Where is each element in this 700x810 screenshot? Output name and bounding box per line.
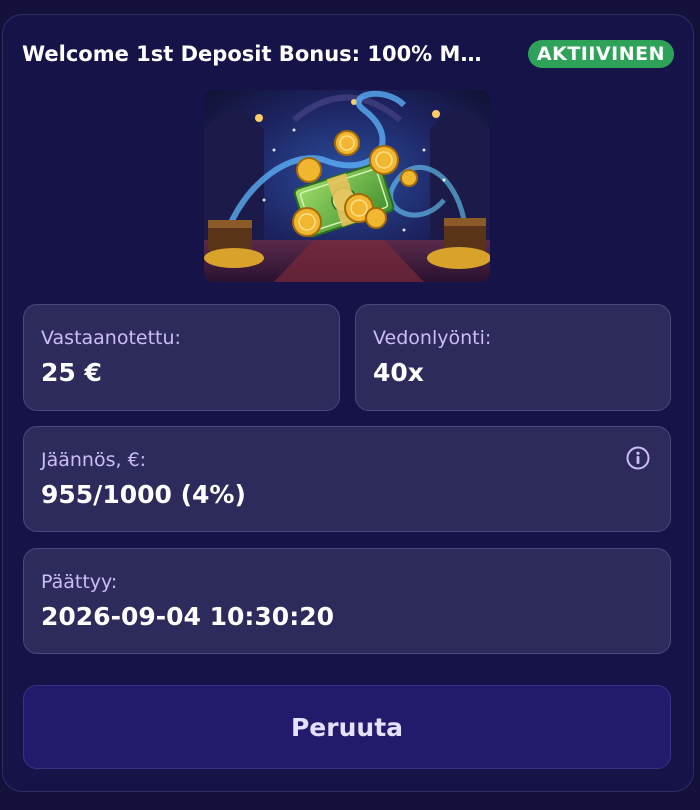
remaining-label: Jäännös, €: <box>41 449 147 471</box>
status-badge: AKTIIVINEN <box>527 40 674 68</box>
bonus-image <box>204 90 490 282</box>
expires-label: Päättyy: <box>41 571 118 593</box>
received-panel: Vastaanotettu: 25 € <box>23 304 340 411</box>
received-label: Vastaanotettu: <box>41 327 181 349</box>
cancel-button[interactable]: Peruuta <box>23 685 671 769</box>
expires-panel: Päättyy: 2026-09-04 10:30:20 <box>23 548 671 654</box>
remaining-panel: Jäännös, €: 955/1000 (4%) <box>23 426 671 532</box>
remaining-value: 955/1000 (4%) <box>41 480 246 509</box>
wagering-value: 40x <box>373 358 424 387</box>
info-icon[interactable] <box>626 446 650 470</box>
bonus-title: Welcome 1st Deposit Bonus: 100% Match <box>22 42 492 66</box>
received-value: 25 € <box>41 358 102 387</box>
wagering-label: Vedonlyönti: <box>373 327 492 349</box>
bonus-header: Welcome 1st Deposit Bonus: 100% Match AK… <box>22 36 674 72</box>
wagering-panel: Vedonlyönti: 40x <box>355 304 671 411</box>
expires-value: 2026-09-04 10:30:20 <box>41 602 334 631</box>
